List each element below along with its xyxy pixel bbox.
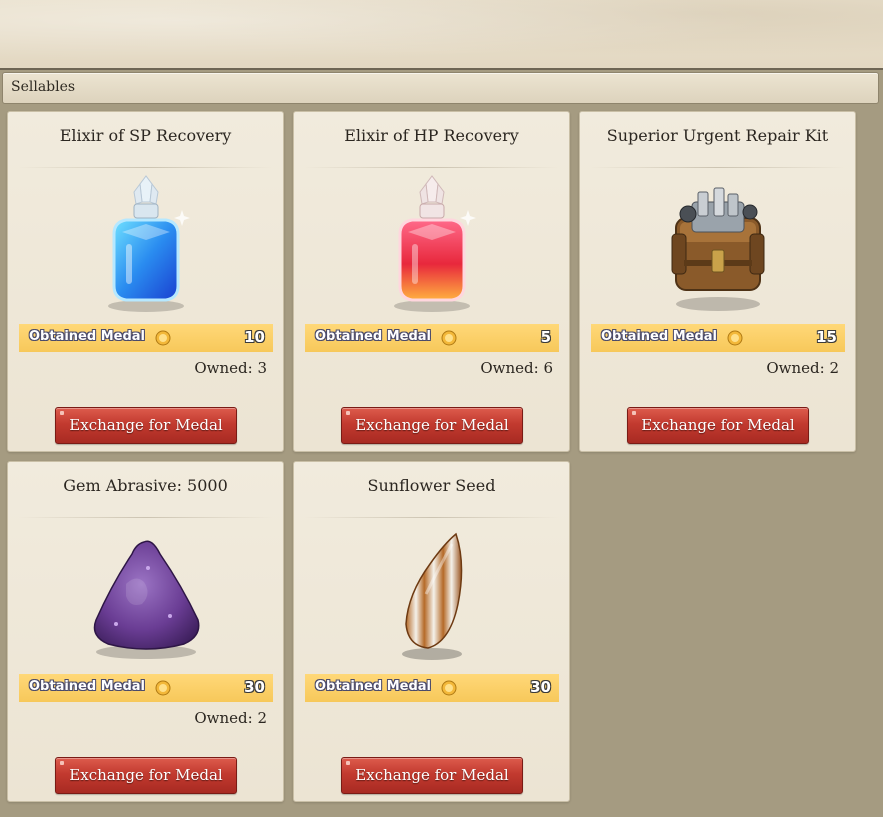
card-divider: [304, 517, 559, 518]
item-card-sp-elixir: Elixir of SP Recovery Obtained Medal 10 …: [7, 111, 284, 452]
card-divider: [18, 167, 273, 168]
item-card-gem-abrasive: Gem Abrasive: 5000 Obtained Medal 30 Own…: [7, 461, 284, 802]
medal-coin-icon: [441, 680, 457, 696]
owned-count: Owned: 3: [194, 359, 267, 377]
exchange-for-medal-button[interactable]: Exchange for Medal: [627, 407, 809, 444]
item-card-hp-elixir: Elixir of HP Recovery Obtained Medal 5 O…: [293, 111, 570, 452]
card-divider: [18, 517, 273, 518]
item-name: Elixir of HP Recovery: [344, 126, 519, 145]
obtained-medal-label: Obtained Medal: [29, 329, 145, 344]
sunflower-seed-icon: [372, 524, 492, 664]
medal-value: 5: [540, 328, 551, 346]
section-title: Sellables: [11, 79, 76, 95]
obtained-medal-label: Obtained Medal: [315, 329, 431, 344]
item-card-sunflower-seed: Sunflower Seed Obtained Medal 30 Exchang…: [293, 461, 570, 802]
medal-coin-icon: [155, 330, 171, 346]
card-divider: [590, 167, 845, 168]
medal-value: 15: [816, 328, 837, 346]
sellables-panel: Sellables Elixir of SP Recovery Obtained…: [0, 68, 883, 817]
medal-value: 30: [530, 678, 551, 696]
top-background: [0, 0, 883, 68]
owned-count: Owned: 6: [480, 359, 553, 377]
owned-count: Owned: 2: [194, 709, 267, 727]
medal-bar: Obtained Medal 30: [305, 674, 559, 702]
item-card-repair-kit: Superior Urgent Repair Kit Obtained Meda…: [579, 111, 856, 452]
obtained-medal-label: Obtained Medal: [601, 329, 717, 344]
exchange-for-medal-button[interactable]: Exchange for Medal: [55, 757, 237, 794]
medal-bar: Obtained Medal 10: [19, 324, 273, 352]
obtained-medal-label: Obtained Medal: [315, 679, 431, 694]
blue-elixir-bottle-icon: [86, 174, 206, 314]
owned-count: Owned: 2: [766, 359, 839, 377]
medal-value: 10: [244, 328, 265, 346]
medal-coin-icon: [155, 680, 171, 696]
exchange-for-medal-button[interactable]: Exchange for Medal: [341, 407, 523, 444]
card-divider: [304, 167, 559, 168]
exchange-for-medal-button[interactable]: Exchange for Medal: [341, 757, 523, 794]
item-name: Elixir of SP Recovery: [59, 126, 232, 145]
medal-value: 30: [244, 678, 265, 696]
medal-coin-icon: [727, 330, 743, 346]
exchange-for-medal-button[interactable]: Exchange for Medal: [55, 407, 237, 444]
repair-kit-icon: [658, 174, 778, 314]
medal-bar: Obtained Medal 15: [591, 324, 845, 352]
item-name: Superior Urgent Repair Kit: [606, 126, 829, 145]
medal-coin-icon: [441, 330, 457, 346]
item-name: Gem Abrasive: 5000: [63, 476, 228, 495]
medal-bar: Obtained Medal 30: [19, 674, 273, 702]
red-elixir-bottle-icon: [372, 174, 492, 314]
medal-bar: Obtained Medal 5: [305, 324, 559, 352]
obtained-medal-label: Obtained Medal: [29, 679, 145, 694]
item-name: Sunflower Seed: [367, 476, 496, 495]
section-header: Sellables: [2, 72, 879, 104]
purple-abrasive-pile-icon: [86, 524, 206, 664]
